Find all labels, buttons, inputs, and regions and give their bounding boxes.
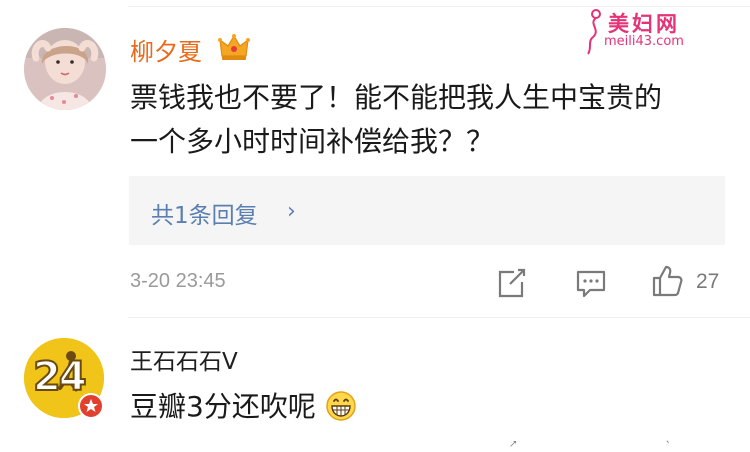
like-icon[interactable] (650, 440, 684, 452)
comment-text-line: 票钱我也不要了！能不能把我人生中宝贵的 (130, 81, 663, 114)
comment-timestamp: 3-20 23:45 (130, 270, 226, 292)
comment-text-line: 豆瓣3分还吹呢 (130, 390, 316, 423)
crown-icon[interactable] (218, 32, 250, 62)
avatar[interactable] (24, 28, 106, 110)
comment-text-line: 一个多小时时间补偿给我？？ (130, 125, 495, 158)
watermark-figure-icon (587, 9, 601, 55)
view-replies-link[interactable]: 共1条回复 (151, 196, 258, 230)
reply-summary[interactable]: 共1条回复 › (129, 176, 725, 245)
comment-text: 票钱我也不要了！能不能把我人生中宝贵的 一个多小时时间补偿给我？？ (130, 76, 730, 164)
watermark-url: meili43.com (604, 34, 684, 49)
comment-icon[interactable] (574, 266, 608, 300)
like-count: 27 (696, 270, 720, 293)
comment-text: 豆瓣3分还吹呢 (130, 385, 730, 429)
username[interactable]: 柳夕夏 (130, 32, 202, 67)
watermark: 美妇网 meili43.com (582, 8, 698, 55)
divider (128, 6, 750, 7)
star-badge-icon (78, 393, 104, 419)
share-icon[interactable] (494, 266, 528, 300)
grin-emoji-icon (325, 391, 356, 421)
divider (128, 317, 750, 318)
avatar-number: 24 (32, 353, 88, 401)
avatar-image (24, 28, 106, 110)
comment-list: 美妇网 meili43.com 柳夕夏 票钱我也不要了！能不能把我人生中宝贵的 … (0, 0, 750, 452)
username[interactable]: 王石石石V (130, 342, 238, 376)
like-icon[interactable] (650, 264, 684, 298)
chevron-right-icon: › (287, 199, 296, 224)
share-icon[interactable] (494, 440, 528, 452)
